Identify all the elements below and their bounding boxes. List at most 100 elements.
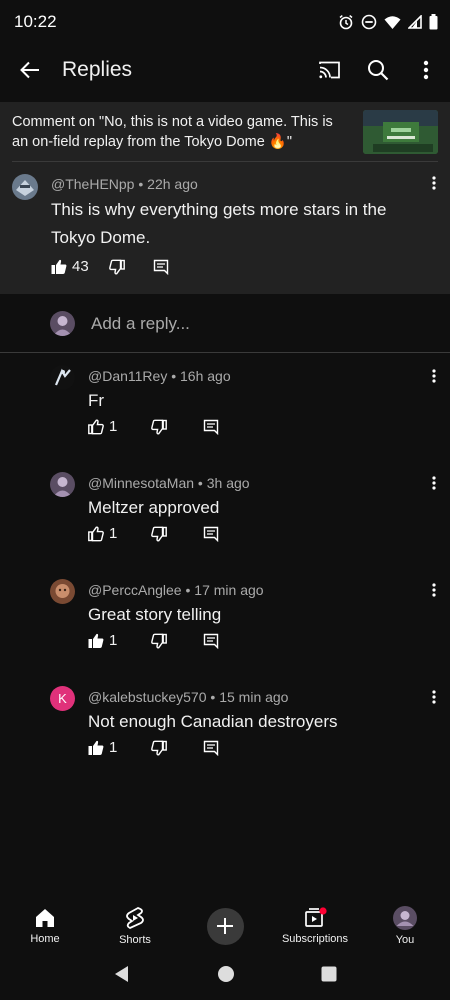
add-reply-placeholder: Add a reply... [91, 314, 190, 333]
avatar[interactable] [50, 472, 75, 497]
thumbs-down-icon [151, 740, 168, 755]
like-button[interactable]: 1 [88, 418, 117, 435]
more-vertical-icon [423, 60, 429, 80]
nav-subscriptions-label: Subscriptions [281, 933, 349, 945]
square-recents-icon [321, 966, 337, 981]
status-icons [338, 14, 438, 30]
dislike-button[interactable] [151, 419, 168, 435]
dislike-button[interactable] [151, 633, 168, 649]
comment-body: Great story telling [88, 605, 222, 624]
comment-meta: @PerccAnglee • 17 min ago [88, 582, 264, 598]
plus-icon [217, 918, 233, 934]
battery-icon [429, 14, 438, 30]
comment-author[interactable]: @MinnesotaMan [88, 475, 194, 491]
search-icon [368, 60, 389, 81]
reply-item: @Dan11Rey • 16h ago Fr 1 [0, 355, 450, 462]
more-vertical-icon [432, 369, 436, 383]
comment-body: Meltzer approved [88, 498, 220, 517]
home-filled-icon [36, 909, 54, 927]
system-back-button[interactable] [113, 965, 131, 988]
comment-icon [204, 740, 219, 756]
comment-author[interactable]: @TheHENpp [51, 176, 134, 192]
thumbs-up-filled-icon [51, 259, 67, 274]
add-reply-field[interactable]: Add a reply... [0, 294, 450, 353]
comment-age: 15 min ago [219, 689, 289, 705]
cast-button[interactable] [306, 44, 354, 96]
comment-author[interactable]: @kalebstuckey570 [88, 689, 207, 705]
more-vertical-icon [432, 176, 436, 190]
like-count: 43 [72, 258, 89, 275]
reply-button[interactable] [203, 526, 219, 542]
wifi-icon [384, 15, 401, 29]
thumbs-up-filled-icon [88, 740, 104, 755]
system-home-button[interactable] [217, 965, 235, 988]
do-not-disturb-icon [361, 14, 377, 30]
avatar[interactable] [12, 174, 38, 200]
dislike-button[interactable] [151, 526, 168, 542]
comment-icon [204, 633, 219, 649]
thumbnail-image [363, 110, 438, 154]
comment-meta: @kalebstuckey570 • 15 min ago [88, 689, 289, 705]
nav-shorts[interactable]: Shorts [95, 906, 175, 946]
nav-subscriptions[interactable]: Subscriptions [275, 907, 355, 945]
avatar[interactable] [50, 365, 75, 390]
nav-you[interactable]: You [365, 906, 445, 946]
comment-icon [153, 259, 168, 275]
like-count: 1 [109, 739, 118, 756]
search-button[interactable] [354, 44, 402, 96]
like-button[interactable]: 1 [88, 739, 117, 756]
avatar-letter: K [58, 691, 67, 706]
arrow-left-icon [20, 61, 39, 79]
video-thumbnail[interactable] [363, 110, 438, 154]
user-avatar [50, 311, 75, 336]
like-button[interactable]: 43 [51, 258, 89, 275]
like-button[interactable]: 1 [88, 525, 117, 542]
comment-more-button[interactable] [432, 369, 436, 388]
nav-home[interactable]: Home [5, 907, 85, 945]
reply-button[interactable] [153, 259, 169, 275]
reply-button[interactable] [203, 633, 219, 649]
thumbs-up-icon [88, 419, 104, 434]
shorts-icon [126, 907, 144, 929]
dislike-button[interactable] [108, 259, 125, 275]
comment-more-button[interactable] [432, 690, 436, 709]
comment-body: Not enough Canadian destroyers [88, 712, 338, 731]
comment-actions: 1 [88, 632, 219, 649]
comment-actions: 1 [88, 739, 219, 756]
thumbs-down-icon [151, 419, 168, 434]
comment-author[interactable]: @PerccAnglee [88, 582, 182, 598]
like-count: 1 [109, 418, 118, 435]
create-button[interactable] [206, 907, 244, 945]
comment-author[interactable]: @Dan11Rey [88, 368, 167, 384]
subscriptions-icon [305, 907, 327, 927]
triangle-back-icon [115, 965, 128, 982]
context-text: Comment on "No, this is not a video game… [12, 114, 333, 150]
back-button[interactable] [0, 44, 60, 96]
notification-dot [319, 907, 327, 915]
nav-shorts-label: Shorts [119, 934, 151, 946]
reply-item: @MinnesotaMan • 3h ago Meltzer approved … [0, 462, 450, 569]
comment-more-button[interactable] [432, 476, 436, 495]
comment-icon [204, 526, 219, 542]
nav-create[interactable] [185, 907, 265, 945]
comment-meta: @MinnesotaMan • 3h ago [88, 475, 250, 491]
comment-more-button[interactable] [432, 176, 436, 195]
system-recents-button[interactable] [321, 966, 337, 987]
comment-body: This is why everything gets more stars i… [51, 200, 387, 247]
thumbs-down-icon [108, 259, 125, 274]
you-avatar [393, 906, 417, 930]
reply-item: K @kalebstuckey570 • 15 min ago Not enou… [0, 676, 450, 783]
comment-context[interactable]: Comment on "No, this is not a video game… [0, 102, 450, 162]
comment-meta: @Dan11Rey • 16h ago [88, 368, 231, 384]
avatar[interactable] [50, 579, 75, 604]
comment-more-button[interactable] [432, 583, 436, 602]
reply-button[interactable] [203, 740, 219, 756]
more-vertical-icon [432, 690, 436, 704]
dislike-button[interactable] [151, 740, 168, 756]
parent-comment: @TheHENpp • 22h ago This is why everythi… [0, 162, 450, 294]
thumbs-up-filled-icon [88, 633, 104, 648]
like-button[interactable]: 1 [88, 632, 117, 649]
more-options-button[interactable] [402, 44, 450, 96]
reply-button[interactable] [203, 419, 219, 435]
avatar[interactable]: K [50, 686, 75, 711]
